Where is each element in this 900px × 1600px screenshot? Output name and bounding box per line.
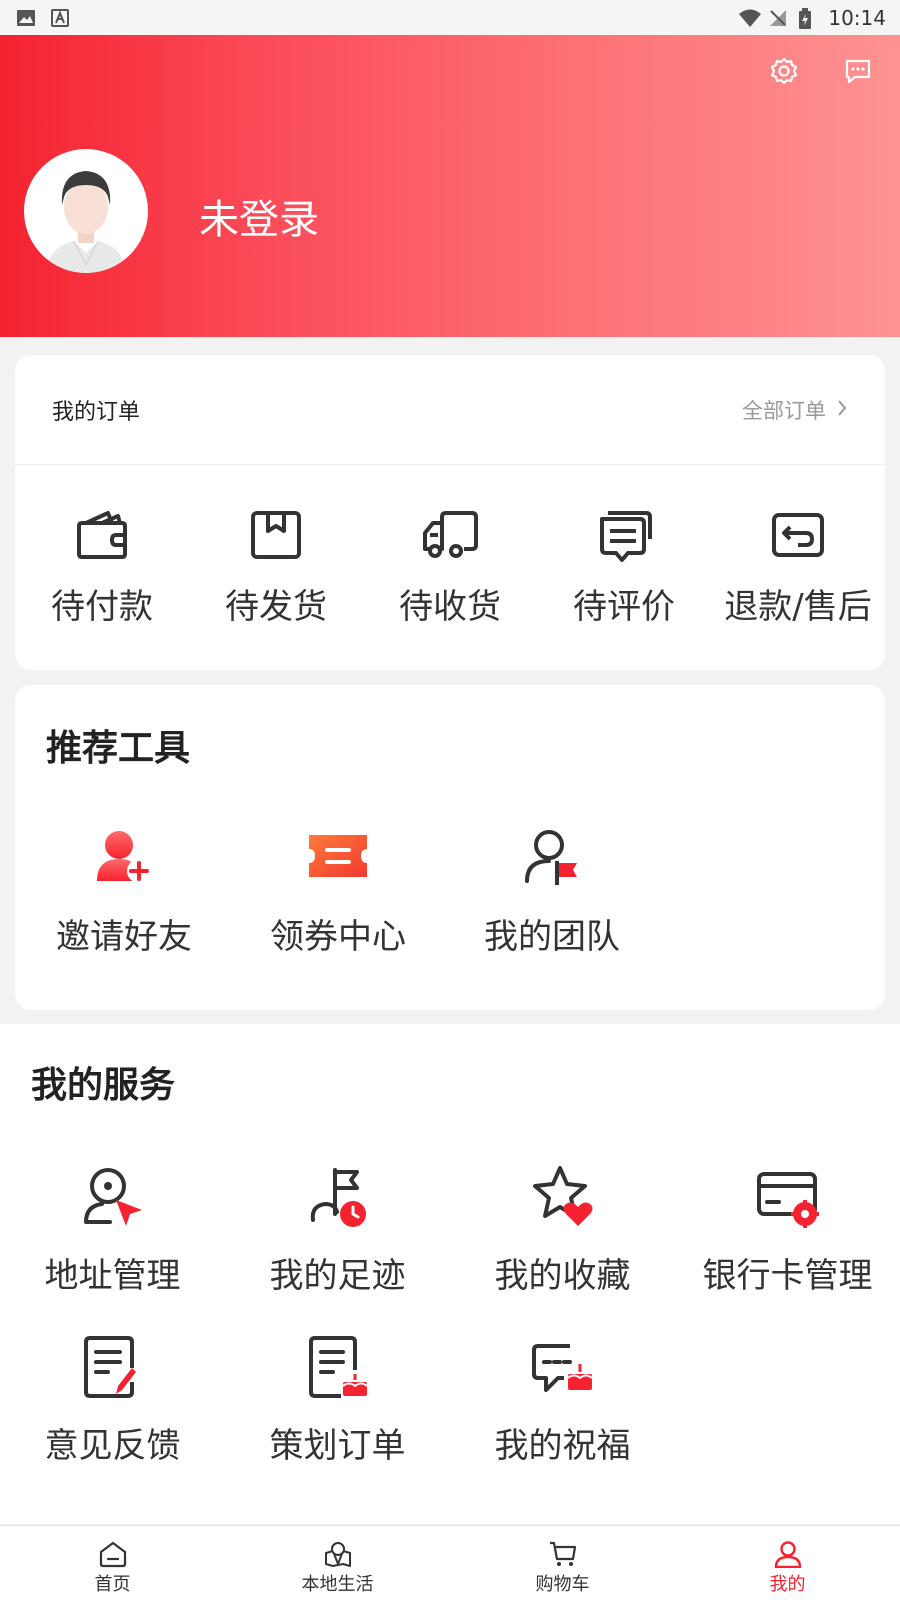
address-icon xyxy=(80,1164,146,1230)
services-title: 我的服务 xyxy=(31,1065,176,1106)
settings-button[interactable] xyxy=(766,55,802,91)
tool-invite-friend[interactable]: 邀请好友 xyxy=(15,825,233,958)
tool-label: 我的团队 xyxy=(484,917,620,957)
order-item-label: 待评价 xyxy=(573,587,675,627)
status-time: 10:14 xyxy=(828,5,886,30)
order-item-label: 待发货 xyxy=(225,587,327,627)
tab-cart[interactable]: 购物车 xyxy=(450,1526,675,1600)
service-footprint[interactable]: 我的足迹 xyxy=(225,1164,450,1297)
tools-card: 推荐工具 邀请好友 领券中心 我的团队 xyxy=(15,685,885,1010)
blessing-icon xyxy=(530,1334,596,1400)
orders-title: 我的订单 xyxy=(52,399,141,425)
order-pending-payment[interactable]: 待付款 xyxy=(15,465,189,628)
service-label: 我的足迹 xyxy=(269,1256,406,1296)
service-label: 地址管理 xyxy=(44,1256,181,1296)
tool-my-team[interactable]: 我的团队 xyxy=(443,825,661,958)
tool-coupon-center[interactable]: 领券中心 xyxy=(229,825,447,958)
service-label: 我的祝福 xyxy=(494,1426,631,1466)
feedback-icon xyxy=(80,1334,146,1400)
all-orders-label: 全部订单 xyxy=(742,398,826,423)
favorite-icon xyxy=(530,1164,596,1230)
order-pending-shipment[interactable]: 待发货 xyxy=(189,465,363,628)
tab-home[interactable]: 首页 xyxy=(0,1526,225,1600)
order-pending-receipt[interactable]: 待收货 xyxy=(363,465,537,628)
tab-local-life[interactable]: 本地生活 xyxy=(225,1526,450,1600)
text-notification-icon xyxy=(50,8,70,28)
message-icon xyxy=(843,56,873,90)
tab-label: 我的 xyxy=(769,1574,806,1595)
home-icon xyxy=(98,1540,128,1568)
service-bank-card[interactable]: 银行卡管理 xyxy=(675,1164,900,1297)
service-blessing[interactable]: 我的祝福 xyxy=(450,1334,675,1467)
gear-icon xyxy=(769,56,799,90)
battery-icon xyxy=(798,7,818,29)
tool-label: 领券中心 xyxy=(270,917,406,957)
truck-icon xyxy=(420,505,480,565)
order-item-label: 待付款 xyxy=(51,587,153,627)
tab-label: 本地生活 xyxy=(301,1574,374,1595)
service-label: 策划订单 xyxy=(269,1426,406,1466)
bank-card-icon xyxy=(755,1164,821,1230)
service-feedback[interactable]: 意见反馈 xyxy=(0,1334,225,1467)
orders-card: 我的订单 全部订单 待付款 待发货 待收货 待评价 退款/售后 xyxy=(15,355,885,670)
no-signal-icon xyxy=(768,8,788,28)
service-plan-order[interactable]: 策划订单 xyxy=(225,1334,450,1467)
image-notification-icon xyxy=(16,8,36,28)
bottom-tab-bar: 首页 本地生活 购物车 我的 xyxy=(0,1525,900,1600)
tool-label: 邀请好友 xyxy=(56,917,192,957)
order-item-label: 待收货 xyxy=(399,587,501,627)
tab-label: 购物车 xyxy=(535,1574,590,1595)
invite-friend-icon xyxy=(93,825,155,887)
tools-title: 推荐工具 xyxy=(46,728,191,769)
status-bar: 10:14 xyxy=(0,0,900,35)
avatar[interactable] xyxy=(24,149,148,273)
chevron-right-icon xyxy=(836,398,848,422)
service-label: 我的收藏 xyxy=(494,1256,631,1296)
coupon-icon xyxy=(307,825,369,887)
profile-icon xyxy=(773,1540,803,1569)
team-icon xyxy=(521,825,583,887)
order-item-label: 退款/售后 xyxy=(724,587,872,627)
comment-icon xyxy=(594,505,654,565)
wifi-icon xyxy=(738,8,762,28)
service-address[interactable]: 地址管理 xyxy=(0,1164,225,1297)
all-orders-link[interactable]: 全部订单 xyxy=(742,395,848,425)
cart-icon xyxy=(548,1540,578,1568)
order-pending-review[interactable]: 待评价 xyxy=(537,465,711,628)
refund-icon xyxy=(768,505,828,565)
package-icon xyxy=(246,505,306,565)
tab-profile[interactable]: 我的 xyxy=(675,1526,900,1600)
wallet-icon xyxy=(72,505,132,565)
plan-order-icon xyxy=(305,1334,371,1400)
login-status-text[interactable]: 未登录 xyxy=(199,187,319,245)
profile-header: 未登录 xyxy=(0,35,900,337)
order-refund-aftersale[interactable]: 退款/售后 xyxy=(711,465,885,628)
messages-button[interactable] xyxy=(840,55,876,91)
footprint-icon xyxy=(305,1164,371,1230)
services-section: 我的服务 地址管理 我的足迹 我的收藏 银行卡管理 意见反馈 策划订单 我的祝福 xyxy=(0,1024,900,1524)
tab-label: 首页 xyxy=(94,1574,131,1595)
service-favorites[interactable]: 我的收藏 xyxy=(450,1164,675,1297)
service-label: 意见反馈 xyxy=(44,1426,181,1466)
service-label: 银行卡管理 xyxy=(702,1256,873,1296)
local-life-icon xyxy=(323,1540,353,1568)
